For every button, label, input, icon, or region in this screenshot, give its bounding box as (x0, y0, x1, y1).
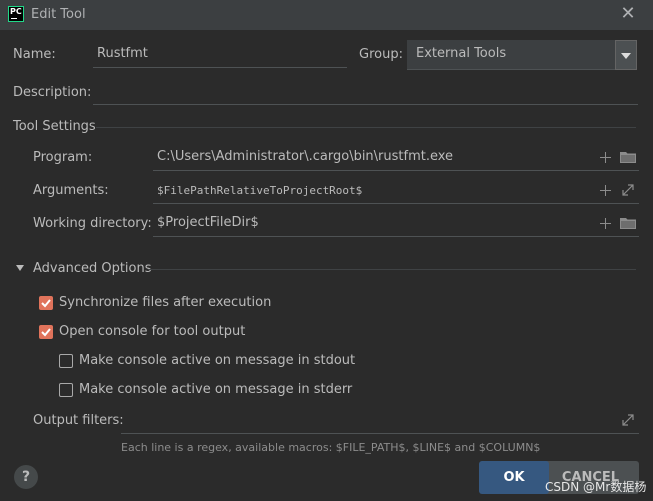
name-value: Rustfmt (97, 46, 148, 61)
arguments-value: $FilePathRelativeToProjectRoot$ (157, 184, 363, 197)
console-active-stdout-checkbox[interactable] (59, 354, 73, 368)
name-label: Name: (13, 47, 56, 62)
sync-files-checkbox[interactable] (39, 296, 53, 310)
browse-folder-icon[interactable] (620, 217, 636, 229)
group-dropdown-arrow-icon[interactable] (615, 40, 637, 70)
csdn-watermark: CSDN @Mr数据杨 (545, 480, 647, 494)
advanced-options-divider (148, 269, 636, 270)
program-value: C:\Users\Administrator\.cargo\bin\rustfm… (157, 149, 454, 164)
console-active-stderr-checkbox[interactable] (59, 383, 73, 397)
close-icon[interactable]: ✕ (620, 5, 636, 23)
description-field[interactable] (93, 79, 638, 105)
console-active-stderr-label: Make console active on message in stderr (79, 382, 353, 397)
working-directory-label: Working directory: (33, 216, 152, 231)
pycharm-app-icon: PC (8, 6, 24, 22)
arguments-field[interactable]: $FilePathRelativeToProjectRoot$ (153, 178, 639, 204)
program-label: Program: (33, 150, 93, 165)
tool-settings-divider (96, 127, 636, 128)
insert-macro-plus-icon[interactable] (600, 152, 611, 163)
output-filters-hint: Each line is a regex, available macros: … (121, 441, 541, 454)
output-filters-field[interactable] (121, 408, 639, 434)
expand-field-icon[interactable] (622, 414, 634, 426)
insert-macro-plus-icon[interactable] (600, 185, 611, 196)
open-console-label: Open console for tool output (59, 324, 246, 339)
ok-button[interactable]: OK (479, 461, 549, 494)
open-console-checkbox[interactable] (39, 325, 53, 339)
advanced-options-header[interactable]: Advanced Options (33, 261, 152, 276)
insert-macro-plus-icon[interactable] (600, 218, 611, 229)
group-label: Group: (359, 47, 403, 62)
output-filters-label: Output filters: (33, 413, 124, 428)
working-directory-field[interactable]: $ProjectFileDir$ (153, 211, 639, 237)
console-active-stdout-label: Make console active on message in stdout (79, 353, 356, 368)
browse-folder-icon[interactable] (620, 151, 636, 163)
collapse-advanced-chevron-icon[interactable] (16, 265, 24, 271)
help-icon[interactable]: ? (14, 465, 38, 489)
tool-settings-header: Tool Settings (13, 119, 96, 134)
working-directory-value: $ProjectFileDir$ (157, 215, 259, 230)
group-value: External Tools (416, 46, 507, 61)
arguments-label: Arguments: (33, 183, 109, 198)
title-bar: PC Edit Tool ✕ (0, 0, 653, 30)
sync-files-label: Synchronize files after execution (59, 295, 272, 310)
group-combobox[interactable]: External Tools (407, 40, 636, 70)
expand-field-icon[interactable] (622, 184, 634, 196)
name-field[interactable]: Rustfmt (93, 42, 347, 68)
description-label: Description: (13, 85, 92, 100)
window-title: Edit Tool (31, 7, 86, 22)
program-field[interactable]: C:\Users\Administrator\.cargo\bin\rustfm… (153, 145, 639, 171)
